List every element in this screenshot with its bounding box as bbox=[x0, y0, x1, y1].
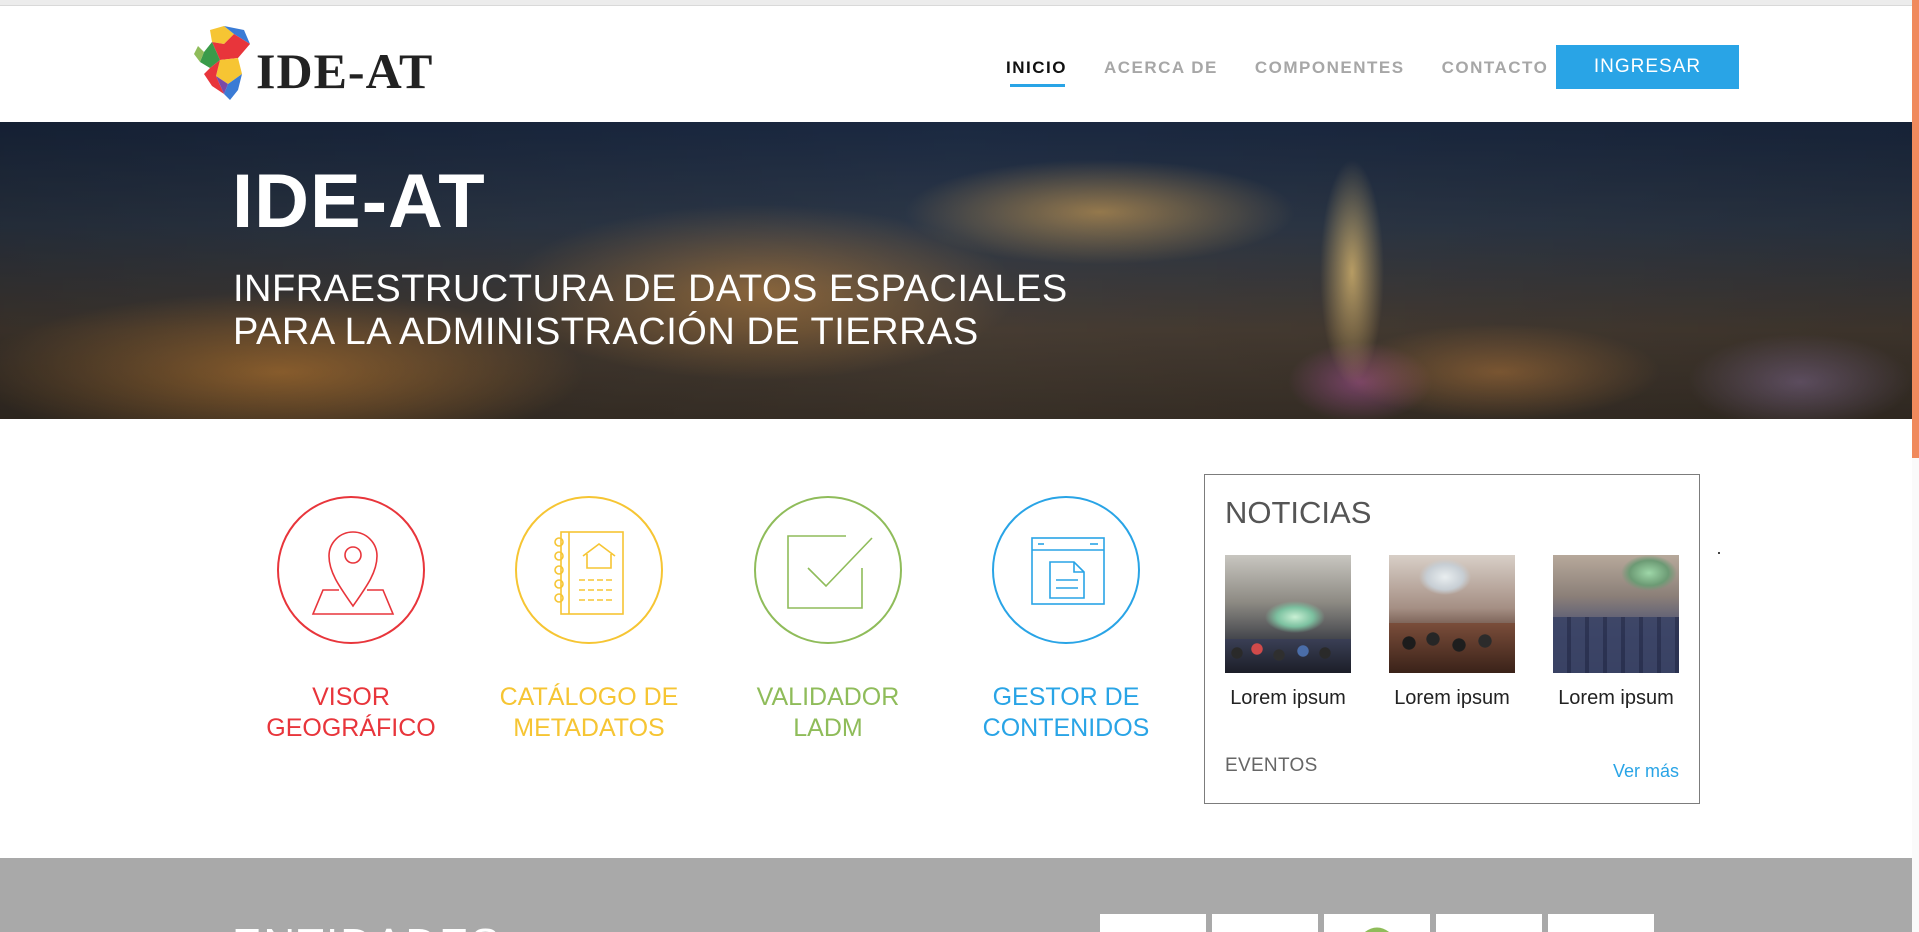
colombia-map-logo-icon bbox=[194, 26, 250, 100]
nav-item-inicio[interactable]: INICIO bbox=[1006, 58, 1067, 87]
news-title: NOTICIAS bbox=[1225, 495, 1372, 530]
service-label-line-1: GESTOR DE bbox=[992, 683, 1140, 711]
service-label: GESTOR DE CONTENIDOS bbox=[971, 682, 1161, 744]
service-circle bbox=[515, 496, 663, 644]
service-label-line-2: CONTENIDOS bbox=[982, 714, 1150, 742]
news-panel: NOTICIAS Lorem ipsum Lorem ipsum Lorem i… bbox=[1204, 474, 1700, 804]
hero-subtitle-line-2: PARA LA ADMINISTRACIÓN DE TIERRAS bbox=[233, 311, 979, 353]
page: IDE-AT INICIO ACERCA DE COMPONENTES CONT… bbox=[0, 0, 1919, 932]
news-photo-auditorium bbox=[1389, 555, 1515, 673]
stray-dot bbox=[1718, 552, 1720, 554]
news-caption: Lorem ipsum bbox=[1230, 687, 1346, 709]
scrollbar-thumb[interactable] bbox=[1912, 0, 1919, 458]
nav-item-contacto[interactable]: CONTACTO bbox=[1442, 58, 1549, 78]
green-crest-icon bbox=[1364, 927, 1390, 932]
service-label: CATÁLOGO DE METADATOS bbox=[494, 682, 684, 744]
news-caption: Lorem ipsum bbox=[1558, 687, 1674, 709]
service-validador-ladm[interactable]: VALIDADOR LADM bbox=[733, 496, 923, 756]
hero-subtitle-line-1: INFRAESTRUCTURA DE DATOS ESPACIALES bbox=[233, 268, 1068, 310]
service-circle bbox=[992, 496, 1140, 644]
entities-section: ENTIDADES bbox=[0, 858, 1912, 932]
site-logo[interactable]: IDE-AT bbox=[194, 20, 434, 102]
nav-item-acerca-de[interactable]: ACERCA DE bbox=[1104, 58, 1218, 78]
service-label-line-2: METADATOS bbox=[513, 714, 665, 742]
hero-title: IDE-AT bbox=[232, 159, 486, 244]
entity-logo[interactable] bbox=[1548, 914, 1654, 932]
entities-title: ENTIDADES bbox=[232, 920, 502, 932]
entity-logo[interactable] bbox=[1212, 914, 1318, 932]
catalog-book-icon bbox=[554, 531, 624, 615]
map-pin-icon bbox=[311, 531, 395, 615]
main-nav: INICIO ACERCA DE COMPONENTES CONTACTO bbox=[1006, 58, 1585, 87]
news-photo-seminar bbox=[1553, 555, 1679, 673]
hero-banner: IDE-AT INFRAESTRUCTURA DE DATOS ESPACIAL… bbox=[0, 122, 1912, 419]
service-label-line-1: CATÁLOGO DE bbox=[499, 683, 679, 711]
news-item[interactable]: Lorem ipsum bbox=[1389, 555, 1515, 710]
service-label-line-1: VALIDADOR bbox=[756, 683, 900, 711]
service-catalogo-metadatos[interactable]: CATÁLOGO DE METADATOS bbox=[494, 496, 684, 756]
news-caption: Lorem ipsum bbox=[1394, 687, 1510, 709]
page-scrollbar[interactable] bbox=[1912, 0, 1919, 932]
service-label-line-2: LADM bbox=[793, 714, 863, 742]
news-events-label[interactable]: EVENTOS bbox=[1225, 755, 1318, 777]
document-window-icon bbox=[1031, 537, 1105, 605]
service-label: VALIDADOR LADM bbox=[733, 682, 923, 744]
service-gestor-contenidos[interactable]: GESTOR DE CONTENIDOS bbox=[971, 496, 1161, 756]
entity-logo[interactable] bbox=[1100, 914, 1206, 932]
service-label-line-2: GEOGRÁFICO bbox=[266, 714, 436, 742]
entity-logo[interactable] bbox=[1324, 914, 1430, 932]
checkbox-check-icon bbox=[787, 535, 873, 609]
logo-text: IDE-AT bbox=[256, 43, 434, 99]
nav-item-componentes[interactable]: COMPONENTES bbox=[1255, 58, 1405, 78]
ingresar-button[interactable]: INGRESAR bbox=[1556, 45, 1739, 89]
news-item[interactable]: Lorem ipsum bbox=[1225, 555, 1351, 710]
service-label: VISOR GEOGRÁFICO bbox=[256, 682, 446, 744]
site-header: IDE-AT INICIO ACERCA DE COMPONENTES CONT… bbox=[0, 6, 1912, 122]
service-circle bbox=[754, 496, 902, 644]
hero-subtitle: INFRAESTRUCTURA DE DATOS ESPACIALES PARA… bbox=[233, 268, 1068, 354]
news-photo-conference bbox=[1225, 555, 1351, 673]
news-item[interactable]: Lorem ipsum bbox=[1553, 555, 1679, 710]
service-visor-geografico[interactable]: VISOR GEOGRÁFICO bbox=[256, 496, 446, 756]
service-label-line-1: VISOR bbox=[312, 683, 390, 711]
service-circle bbox=[277, 496, 425, 644]
entity-logo[interactable] bbox=[1436, 914, 1542, 932]
news-more-link[interactable]: Ver más bbox=[1613, 761, 1679, 782]
